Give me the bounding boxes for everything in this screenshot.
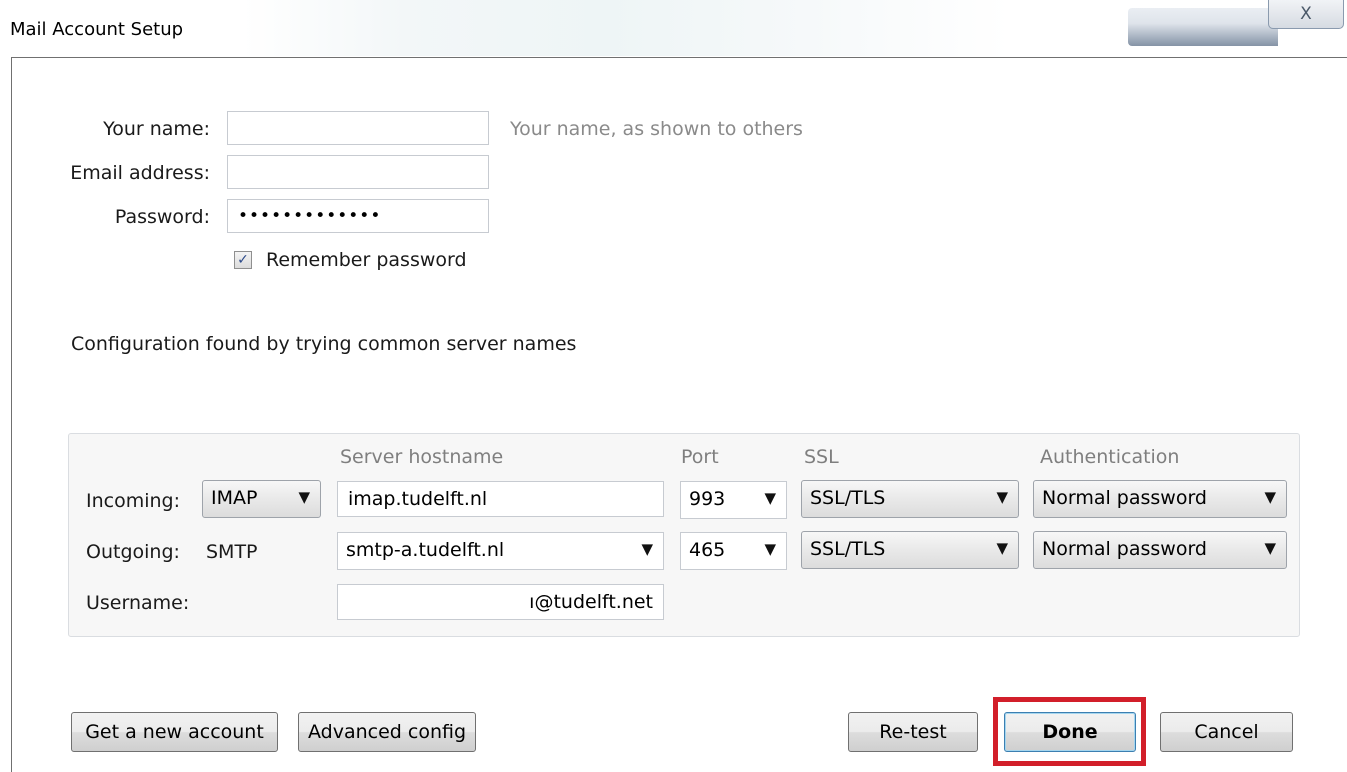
- checkmark-icon: ✓: [237, 252, 249, 268]
- name-input[interactable]: [227, 111, 489, 145]
- incoming-label: Incoming:: [86, 490, 181, 512]
- dialog-content: [11, 57, 1347, 772]
- title-bar-decoration: [1128, 8, 1278, 46]
- status-message: Configuration found by trying common ser…: [71, 333, 577, 355]
- incoming-ssl-select[interactable]: SSL/TLS ▼: [801, 480, 1019, 518]
- advanced-config-button[interactable]: Advanced config: [298, 712, 476, 752]
- username-label: Username:: [86, 592, 190, 614]
- chevron-down-icon: ▼: [764, 489, 776, 507]
- incoming-auth-select[interactable]: Normal password ▼: [1033, 480, 1287, 518]
- incoming-port-value: 993: [689, 488, 726, 510]
- outgoing-ssl-value: SSL/TLS: [810, 538, 886, 560]
- chevron-down-icon: ▼: [1264, 488, 1276, 506]
- outgoing-port-value: 465: [689, 539, 726, 561]
- outgoing-label: Outgoing:: [86, 541, 180, 563]
- outgoing-port-select[interactable]: 465 ▼: [680, 532, 787, 570]
- chevron-down-icon: ▼: [764, 540, 776, 558]
- remember-password-checkbox[interactable]: ✓: [234, 251, 252, 269]
- name-label: Your name:: [103, 118, 210, 140]
- title-bar: Mail Account Setup X: [0, 0, 1347, 56]
- incoming-port-select[interactable]: 993 ▼: [680, 481, 787, 519]
- incoming-hostname-input[interactable]: imap.tudelft.nl: [337, 481, 664, 517]
- column-header-hostname: Server hostname: [340, 446, 504, 468]
- chevron-down-icon: ▼: [641, 540, 653, 558]
- column-header-port: Port: [681, 446, 719, 468]
- outgoing-auth-select[interactable]: Normal password ▼: [1033, 531, 1287, 569]
- get-new-account-button[interactable]: Get a new account: [71, 712, 278, 752]
- outgoing-hostname-value: smtp-a.tudelft.nl: [346, 539, 505, 561]
- chevron-down-icon: ▼: [996, 539, 1008, 557]
- column-header-ssl: SSL: [804, 446, 839, 468]
- incoming-ssl-value: SSL/TLS: [810, 487, 886, 509]
- chevron-down-icon: ▼: [996, 488, 1008, 506]
- outgoing-hostname-select[interactable]: smtp-a.tudelft.nl ▼: [337, 532, 664, 570]
- email-input[interactable]: [227, 155, 489, 189]
- password-label: Password:: [114, 206, 210, 228]
- column-header-authentication: Authentication: [1040, 446, 1180, 468]
- incoming-protocol-value: IMAP: [211, 487, 258, 509]
- incoming-auth-value: Normal password: [1042, 487, 1207, 509]
- cancel-button[interactable]: Cancel: [1160, 712, 1293, 752]
- remember-password-label[interactable]: Remember password: [266, 249, 467, 271]
- email-label: Email address:: [70, 162, 210, 184]
- close-icon: X: [1300, 4, 1312, 24]
- password-input[interactable]: •••••••••••••: [227, 199, 489, 233]
- window-title: Mail Account Setup: [10, 19, 184, 40]
- close-button[interactable]: X: [1268, 0, 1344, 29]
- username-input[interactable]: ı@tudelft.net: [337, 584, 664, 620]
- chevron-down-icon: ▼: [298, 488, 310, 506]
- chevron-down-icon: ▼: [1264, 539, 1276, 557]
- outgoing-auth-value: Normal password: [1042, 538, 1207, 560]
- outgoing-ssl-select[interactable]: SSL/TLS ▼: [801, 531, 1019, 569]
- incoming-protocol-select[interactable]: IMAP ▼: [202, 480, 321, 518]
- retest-button[interactable]: Re-test: [848, 712, 978, 752]
- name-hint: Your name, as shown to others: [510, 118, 803, 140]
- done-button-highlight: [993, 697, 1146, 766]
- outgoing-protocol: SMTP: [206, 541, 258, 563]
